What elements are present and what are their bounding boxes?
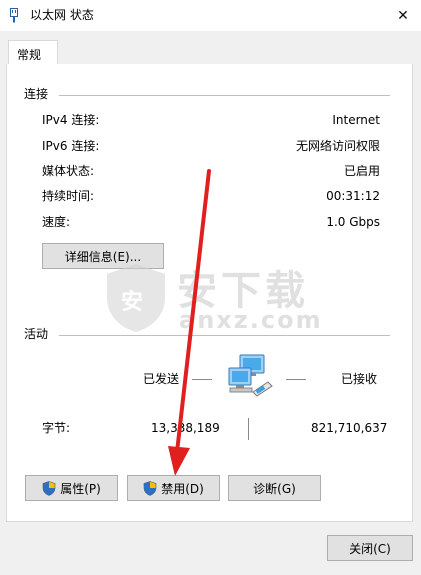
details-button-label: 详细信息(E)... (64, 249, 142, 264)
close-icon: ✕ (397, 7, 409, 24)
window-close-button[interactable]: ✕ (385, 0, 421, 31)
media-state-value: 已启用 (343, 164, 380, 178)
duration-label: 持续时间: (42, 189, 95, 203)
disable-button[interactable]: 禁用(D) (127, 475, 220, 501)
network-computers-icon (228, 354, 273, 397)
ipv4-value: Internet (332, 113, 380, 127)
diagnose-button-label: 诊断(G) (253, 481, 296, 496)
tab-general-label: 常规 (17, 48, 42, 62)
details-button[interactable]: 详细信息(E)... (42, 243, 164, 269)
bytes-label: 字节: (42, 421, 71, 435)
connection-rule (59, 95, 390, 96)
diagnose-button[interactable]: 诊断(G) (228, 475, 321, 501)
bytes-sent-value: 13,338,189 (151, 421, 220, 435)
bytes-received-value: 821,710,637 (311, 421, 388, 435)
connection-heading: 连接 (24, 87, 49, 101)
sent-label: 已发送 (143, 372, 180, 386)
ipv6-value: 无网络访问权限 (295, 139, 380, 153)
tab-panel (6, 64, 413, 522)
close-button-label: 关闭(C) (349, 541, 391, 556)
ipv6-label: IPv6 连接: (42, 139, 100, 153)
received-label: 已接收 (341, 372, 378, 386)
duration-value: 00:31:12 (326, 189, 380, 203)
speed-label: 速度: (42, 215, 71, 229)
media-state-label: 媒体状态: (42, 164, 95, 178)
sent-connector (192, 379, 212, 380)
properties-button-label: 属性(P) (60, 481, 101, 496)
bytes-divider (248, 418, 249, 440)
activity-rule (59, 335, 390, 336)
properties-button[interactable]: 属性(P) (25, 475, 118, 501)
window-title: 以太网 状态 (30, 8, 94, 22)
received-connector (286, 379, 306, 380)
close-button[interactable]: 关闭(C) (327, 535, 413, 561)
disable-button-label: 禁用(D) (161, 481, 204, 496)
title-bar: 以太网 状态 ✕ (0, 0, 421, 31)
uac-shield-icon (143, 480, 157, 496)
ipv4-label: IPv4 连接: (42, 113, 100, 127)
speed-value: 1.0 Gbps (326, 215, 380, 229)
activity-heading: 活动 (24, 327, 49, 341)
uac-shield-icon (42, 480, 56, 496)
tab-general[interactable]: 常规 (8, 40, 58, 65)
network-adapter-icon (10, 8, 18, 23)
